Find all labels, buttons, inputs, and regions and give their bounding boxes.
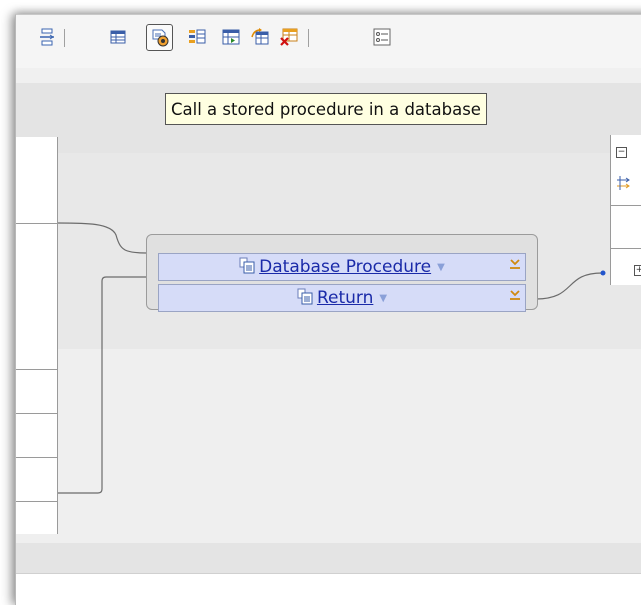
table-icon[interactable] (107, 26, 129, 48)
source-structure-panel[interactable] (16, 137, 58, 534)
output-flag-icon[interactable] (509, 255, 521, 274)
chevron-down-icon[interactable]: ▼ (379, 293, 387, 304)
document-icon (239, 257, 256, 278)
transform-icon[interactable] (616, 175, 632, 195)
list-view-icon[interactable] (371, 26, 393, 48)
canvas-bottom-band (16, 543, 641, 573)
return-field-row[interactable]: Return ▼ (158, 284, 526, 312)
target-structure-panel[interactable]: − + (610, 135, 641, 285)
toolbar-separator (64, 29, 65, 47)
expand-icon[interactable]: + (634, 265, 641, 276)
table-delete-icon[interactable] (278, 26, 300, 48)
mapping-editor-frame: − + (15, 14, 641, 605)
canvas-lower-area (16, 349, 641, 543)
table-select-icon[interactable] (220, 26, 242, 48)
source-row[interactable] (16, 501, 57, 502)
output-flag-icon[interactable] (509, 286, 521, 305)
source-row[interactable] (16, 223, 57, 224)
source-row[interactable] (16, 457, 57, 458)
toolbar-separator (308, 29, 309, 47)
swap-arrows-icon[interactable] (36, 26, 58, 48)
source-row[interactable] (16, 413, 57, 414)
tooltip: Call a stored procedure in a database (165, 93, 487, 125)
collapse-icon[interactable]: − (616, 147, 627, 158)
database-procedure-link[interactable]: Database Procedure (259, 257, 431, 277)
toolbar (16, 15, 641, 68)
stored-procedure-icon[interactable] (146, 24, 173, 51)
table-update-icon[interactable] (249, 26, 271, 48)
chevron-down-icon[interactable]: ▼ (437, 262, 445, 273)
return-link[interactable]: Return (317, 288, 373, 308)
document-icon (297, 288, 314, 309)
procedure-field-row[interactable]: Database Procedure ▼ (158, 253, 526, 281)
target-row[interactable] (611, 205, 641, 206)
column-mapping-icon[interactable] (186, 26, 208, 48)
target-row[interactable] (611, 248, 641, 249)
database-procedure-function[interactable]: Database Procedure ▼ Return ▼ (146, 234, 538, 312)
source-row[interactable] (16, 369, 57, 370)
footer-strip (16, 573, 641, 605)
